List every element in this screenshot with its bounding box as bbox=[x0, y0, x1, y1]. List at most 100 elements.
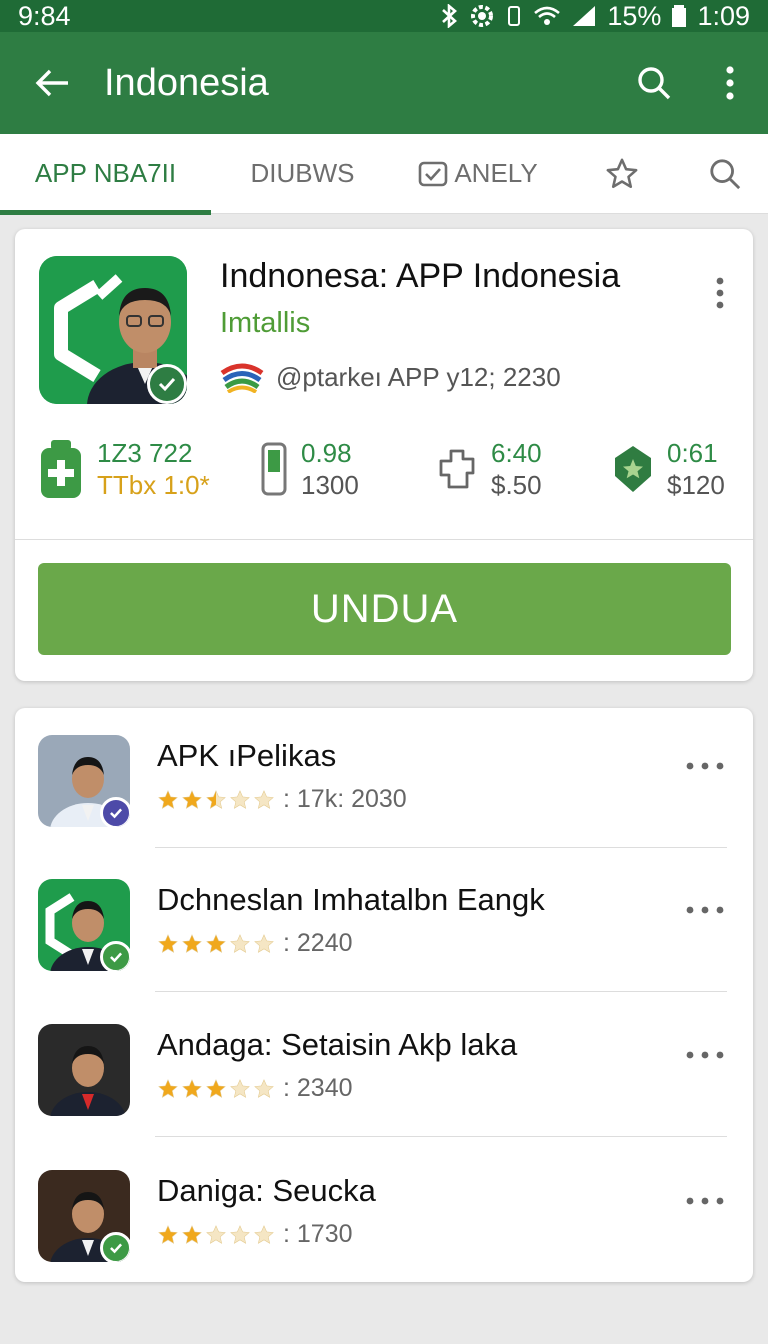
more-horiz-icon bbox=[686, 1197, 724, 1205]
rating-star-icon bbox=[182, 933, 202, 953]
verified-badge bbox=[100, 797, 130, 827]
search-button[interactable] bbox=[616, 32, 692, 134]
tab-reviews[interactable]: DIUBWS bbox=[211, 134, 394, 214]
app-stats: 1Z3 722 TTbx 1:0* 0.98 1300 6:40 $.50 0:… bbox=[15, 429, 753, 519]
divider bbox=[155, 991, 727, 992]
rating-star-icon bbox=[230, 933, 250, 953]
tab-label: DIUBWS bbox=[250, 158, 355, 188]
rating-text: : 2340 bbox=[283, 1074, 353, 1102]
rating-star-icon bbox=[182, 1078, 202, 1098]
app-name: Daniga: Seucka bbox=[157, 1173, 376, 1208]
search-icon bbox=[710, 158, 741, 189]
puzzle-icon bbox=[439, 449, 475, 489]
tab-apps[interactable]: APP NBA7II bbox=[0, 134, 211, 215]
page-title: Indonesia bbox=[104, 61, 269, 104]
developer-row: @ptarkeı APP y12; 2230 bbox=[220, 362, 561, 393]
stat-downloads: 1Z3 722 TTbx 1:0* bbox=[39, 437, 210, 501]
app-thumbnail-image bbox=[50, 1046, 126, 1116]
stat-value: 0.98 bbox=[301, 438, 352, 468]
vibrate-icon bbox=[508, 6, 521, 26]
health-plus-icon bbox=[41, 440, 81, 498]
rating-text: : 17k: 2030 bbox=[283, 785, 407, 813]
stat-label: 1300 bbox=[301, 470, 359, 500]
rating-star-icon bbox=[182, 1224, 202, 1244]
stat-value: 6:40 bbox=[491, 438, 542, 468]
rating-row: : 1730 bbox=[157, 1220, 353, 1249]
rating-star-icon bbox=[182, 789, 202, 809]
tab-label: APP NBA7II bbox=[34, 158, 177, 188]
more-vert-icon bbox=[716, 277, 724, 309]
more-options-button[interactable] bbox=[685, 758, 725, 776]
rating-row: : 2340 bbox=[157, 1074, 353, 1103]
app-name: Dchneslan Imhatalbn Eangk bbox=[157, 882, 545, 917]
star-outline-icon bbox=[606, 158, 638, 188]
rating-row: : 2240 bbox=[157, 929, 353, 958]
wifi-icon bbox=[534, 6, 561, 25]
tab-search[interactable] bbox=[682, 134, 768, 214]
divider bbox=[155, 1136, 727, 1137]
more-options-button[interactable] bbox=[685, 1193, 725, 1211]
status-bar: 9:84 15% 1:09 bbox=[0, 0, 768, 32]
app-name: APK ıPelikas bbox=[157, 738, 337, 773]
more-options-button[interactable] bbox=[685, 1047, 725, 1065]
arrow-left-icon bbox=[35, 69, 68, 97]
rating-star-icon bbox=[158, 1078, 178, 1098]
stat-version: 6:40 $.50 bbox=[437, 437, 542, 501]
rating-star-icon bbox=[206, 1224, 226, 1244]
rating-star-icon bbox=[206, 789, 226, 809]
verified-badge bbox=[100, 941, 130, 971]
app-title: Indnonesa: APP Indonesia bbox=[220, 257, 621, 295]
app-options-button[interactable] bbox=[715, 277, 725, 314]
app-thumbnail[interactable] bbox=[38, 1024, 130, 1116]
stat-value: 0:61 bbox=[667, 438, 718, 468]
phone-battery-icon bbox=[261, 442, 287, 496]
rating-text: : 2240 bbox=[283, 929, 353, 957]
rating-star-icon bbox=[206, 1078, 226, 1098]
divider bbox=[155, 847, 727, 848]
more-options-button[interactable] bbox=[685, 902, 725, 920]
app-name: Andaga: Setaisin Akþ laka bbox=[157, 1027, 518, 1062]
verified-badge bbox=[100, 1232, 130, 1262]
rating-star-icon bbox=[254, 1224, 274, 1244]
tab-favorites[interactable] bbox=[562, 134, 682, 214]
rating-star-icon bbox=[158, 789, 178, 809]
rating-star-icon bbox=[206, 933, 226, 953]
rating-star-icon bbox=[230, 1078, 250, 1098]
status-clock: 1:09 bbox=[697, 0, 750, 31]
related-apps-list: APK ıPelikas : 17k: 2030 Dchneslan Imhatal… bbox=[15, 708, 753, 1282]
settings-icon bbox=[471, 5, 494, 27]
list-item[interactable]: Daniga: Seucka : 1730 bbox=[15, 1143, 753, 1283]
rating-text: : 1730 bbox=[283, 1220, 353, 1248]
check-icon bbox=[158, 377, 176, 392]
stat-label: TTbx 1:0* bbox=[97, 470, 210, 500]
app-thumbnail[interactable] bbox=[38, 1170, 130, 1262]
star-shield-icon bbox=[615, 446, 651, 492]
stat-price: 0:61 $120 bbox=[613, 437, 725, 501]
battery-icon bbox=[672, 5, 687, 27]
check-icon bbox=[110, 808, 123, 819]
tab-analytics[interactable]: ANELY bbox=[394, 134, 562, 214]
rating-star-icon bbox=[230, 789, 250, 809]
rating-star-icon bbox=[230, 1224, 250, 1244]
stat-size: 0.98 1300 bbox=[261, 437, 359, 501]
overflow-menu-button[interactable] bbox=[692, 32, 768, 134]
app-thumbnail[interactable] bbox=[38, 735, 130, 827]
more-horiz-icon bbox=[686, 906, 724, 914]
list-item[interactable]: Dchneslan Imhatalbn Eangk : 2240 bbox=[15, 852, 753, 992]
app-icon[interactable] bbox=[39, 256, 187, 404]
rating-star-icon bbox=[254, 789, 274, 809]
developer-logo-icon bbox=[220, 363, 264, 393]
install-button[interactable]: UNDUA bbox=[38, 563, 731, 655]
list-item[interactable]: APK ıPelikas : 17k: 2030 bbox=[15, 708, 753, 848]
back-button[interactable] bbox=[0, 32, 104, 134]
list-item[interactable]: Andaga: Setaisin Akþ laka : 2340 bbox=[15, 997, 753, 1137]
rating-star-icon bbox=[254, 933, 274, 953]
bluetooth-icon bbox=[442, 4, 458, 28]
stat-value: 1Z3 722 bbox=[97, 438, 193, 468]
tab-bar: APP NBA7II DIUBWS ANELY bbox=[0, 134, 768, 215]
status-time: 9:84 bbox=[18, 0, 71, 31]
check-icon bbox=[110, 952, 123, 963]
app-thumbnail[interactable] bbox=[38, 879, 130, 971]
rating-row: : 17k: 2030 bbox=[157, 785, 407, 814]
more-horiz-icon bbox=[686, 762, 724, 770]
